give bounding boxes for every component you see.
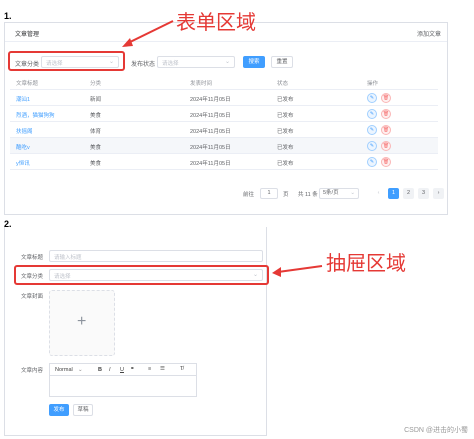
form-area-annotation: 表单区域 (176, 10, 256, 34)
row-category: 美食 (90, 161, 102, 167)
chevron-down-icon: ⌄ (350, 190, 355, 196)
row-date: 2024年11月05日 (190, 97, 231, 103)
ordered-list-icon[interactable]: ≡ (148, 366, 151, 372)
edit-icon[interactable]: ✎ (367, 125, 377, 135)
row-actions: ✎ 🗑 (367, 109, 395, 119)
bullet-list-icon[interactable]: ☰ (160, 366, 165, 372)
header-title: 文章标题 (16, 81, 39, 87)
drawer-cover-label: 文章封面 (20, 294, 43, 300)
row-status: 已发布 (277, 145, 294, 151)
header-status: 状态 (277, 81, 289, 87)
chevron-down-icon: ⌄ (78, 367, 83, 373)
draft-button[interactable]: 草稿 (73, 404, 93, 416)
page-title: 文章管理 (15, 32, 40, 38)
editor-toolbar: Normal ⌄ B I U ⚭ ≡ ☰ T̸ (50, 364, 196, 376)
chevron-down-icon: ⌄ (224, 59, 230, 65)
row-status: 已发布 (277, 113, 294, 119)
table-row: 扶摇阁 体育 2024年11月05日 已发布 ✎ 🗑 (10, 122, 438, 138)
row-date: 2024年11月05日 (190, 161, 231, 167)
prev-page-button[interactable]: ‹ (373, 188, 384, 199)
row-category: 体育 (90, 129, 102, 135)
goto-label: 前往 (243, 192, 255, 198)
header-actions: 操作 (367, 81, 379, 87)
header-divider (5, 41, 447, 42)
row-title-link[interactable]: 烈酒，猫猫狗狗 (16, 111, 55, 119)
form-area-highlight (8, 51, 125, 71)
row-title-link[interactable]: y恒讯 (16, 159, 30, 167)
drawer-content-label: 文章内容 (20, 368, 43, 374)
row-status: 已发布 (277, 161, 294, 167)
page-jump-input[interactable]: 1 (260, 188, 278, 199)
drawer-title-placeholder: 请输入标题 (54, 255, 82, 261)
row-actions: ✎ 🗑 (367, 157, 395, 167)
edit-icon[interactable]: ✎ (367, 109, 377, 119)
search-button[interactable]: 搜索 (243, 56, 265, 68)
header-category: 分类 (90, 81, 102, 87)
underline-button[interactable]: U (120, 367, 124, 373)
row-category: 美食 (90, 113, 102, 119)
header-date: 发表时间 (190, 81, 213, 87)
row-actions: ✎ 🗑 (367, 141, 395, 151)
row-title-link[interactable]: 酷吃v (16, 143, 30, 151)
status-filter-select[interactable]: 请选择 ⌄ (157, 56, 235, 68)
next-page-button[interactable]: › (433, 188, 444, 199)
delete-icon[interactable]: 🗑 (381, 157, 391, 167)
total-count: 共 11 条 (298, 192, 318, 198)
table-row: y恒讯 美食 2024年11月05日 已发布 ✎ 🗑 (10, 154, 438, 170)
italic-button[interactable]: I (109, 367, 111, 373)
delete-icon[interactable]: 🗑 (381, 93, 391, 103)
edit-icon[interactable]: ✎ (367, 141, 377, 151)
format-select[interactable]: Normal (55, 367, 73, 373)
row-date: 2024年11月05日 (190, 129, 231, 135)
plus-icon: + (77, 313, 87, 330)
table-row: 烈酒，猫猫狗狗 美食 2024年11月05日 已发布 ✎ 🗑 (10, 106, 438, 122)
page-button-2[interactable]: 2 (403, 188, 414, 199)
delete-icon[interactable]: 🗑 (381, 109, 391, 119)
row-actions: ✎ 🗑 (367, 93, 395, 103)
table-header: 文章标题 分类 发表时间 状态 操作 (10, 74, 438, 90)
table-row: 酷吃v 美食 2024年11月05日 已发布 ✎ 🗑 (10, 138, 438, 154)
row-date: 2024年11月05日 (190, 113, 231, 119)
edit-icon[interactable]: ✎ (367, 157, 377, 167)
row-date: 2024年11月05日 (190, 145, 231, 151)
drawer-title-label: 文章标题 (20, 255, 43, 261)
reset-button[interactable]: 重置 (271, 56, 293, 68)
table-row: 潮汕1 新闻 2024年11月05日 已发布 ✎ 🗑 (10, 90, 438, 106)
drawer-area-highlight (14, 265, 269, 285)
row-title-link[interactable]: 扶摇阁 (16, 127, 33, 135)
page-button-1[interactable]: 1 (388, 188, 399, 199)
form-area-arrow (122, 20, 174, 47)
drawer-panel: 文章标题 请输入标题 文章分类 请选择 ⌄ 文章封面 + 文章内容 Normal… (4, 227, 267, 436)
page-button-3[interactable]: 3 (418, 188, 429, 199)
row-title-link[interactable]: 潮汕1 (16, 95, 30, 103)
row-status: 已发布 (277, 97, 294, 103)
publish-button[interactable]: 发布 (49, 404, 69, 416)
page-size-value: 5条/页 (323, 190, 339, 196)
article-table: 文章标题 分类 发表时间 状态 操作 潮汕1 新闻 2024年11月05日 已发… (10, 74, 438, 170)
link-icon[interactable]: ⚭ (130, 366, 135, 372)
bold-button[interactable]: B (98, 367, 102, 373)
row-status: 已发布 (277, 129, 294, 135)
status-filter-label: 发布状态 (131, 62, 156, 68)
status-filter-placeholder: 请选择 (162, 61, 179, 67)
cover-uploader[interactable]: + (49, 290, 115, 356)
watermark: CSDN @进击的小蜀 (404, 427, 468, 434)
page-size-select[interactable]: 5条/页 ⌄ (319, 188, 359, 199)
drawer-area-arrow (272, 265, 323, 277)
add-article-button[interactable]: 添加文章 (417, 29, 441, 38)
rich-text-editor[interactable]: Normal ⌄ B I U ⚭ ≡ ☰ T̸ (49, 363, 197, 397)
page-suffix: 页 (283, 192, 289, 198)
row-actions: ✎ 🗑 (367, 125, 395, 135)
drawer-title-input[interactable]: 请输入标题 (49, 250, 263, 262)
row-category: 新闻 (90, 97, 102, 103)
delete-icon[interactable]: 🗑 (381, 141, 391, 151)
drawer-area-annotation: 抽屉区域 (326, 251, 406, 275)
delete-icon[interactable]: 🗑 (381, 125, 391, 135)
step-one-label: 1. (4, 11, 12, 21)
edit-icon[interactable]: ✎ (367, 93, 377, 103)
row-category: 美食 (90, 145, 102, 151)
clear-format-icon[interactable]: T̸ (180, 366, 183, 372)
